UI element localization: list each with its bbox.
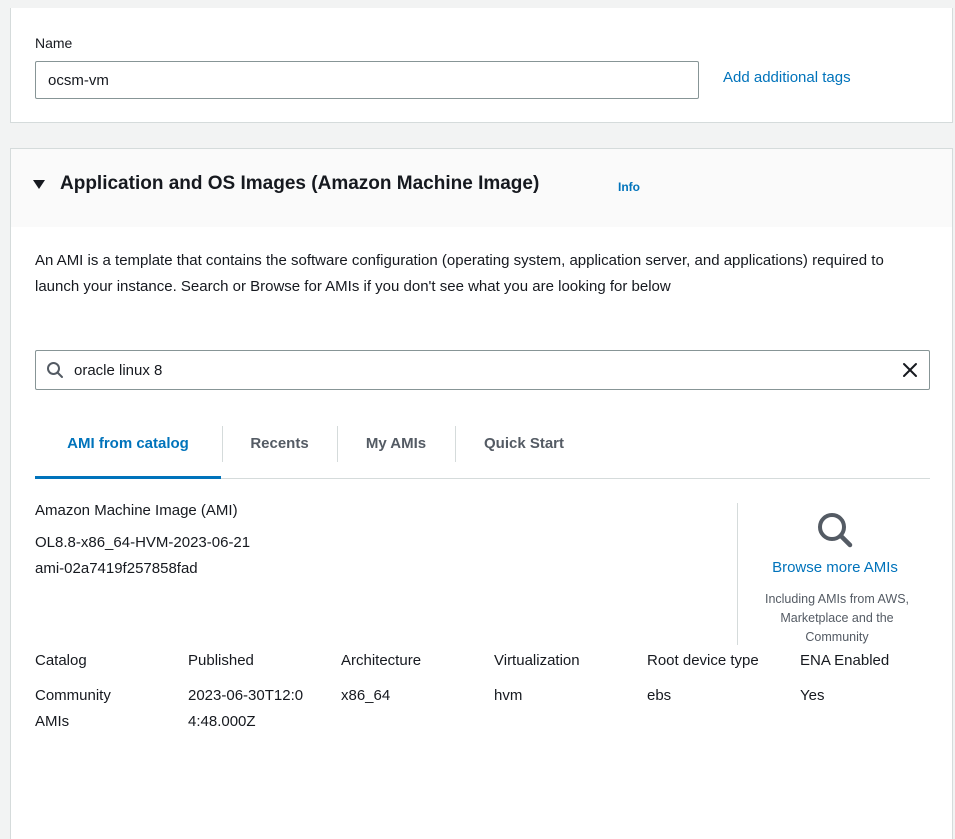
browse-more-amis-subtext: Including AMIs from AWS, Marketplace and… (764, 592, 910, 644)
detail-header-virtualization: Virtualization (494, 652, 580, 669)
detail-header-root-device-type: Root device type (647, 652, 759, 669)
ami-panel: Application and OS Images (Amazon Machin… (10, 148, 953, 839)
detail-value-published: 2023-06-30T12:04:48.000Z (188, 687, 304, 730)
add-additional-tags-link[interactable]: Add additional tags (723, 69, 851, 86)
ami-tabs: AMI from catalog Recents My AMIs Quick S… (35, 424, 930, 479)
tab-my-amis[interactable]: My AMIs (338, 424, 454, 478)
caret-down-icon[interactable] (33, 180, 45, 189)
detail-value-root-device-type: ebs (647, 687, 672, 704)
tab-recents[interactable]: Recents (223, 424, 336, 478)
ami-description: An AMI is a template that contains the s… (35, 252, 884, 295)
info-link[interactable]: Info (618, 180, 640, 194)
ami-search-box[interactable] (35, 350, 930, 390)
detail-value-virtualization: hvm (494, 687, 523, 704)
detail-value-ena-enabled: Yes (800, 687, 825, 704)
close-icon[interactable] (901, 361, 919, 379)
detail-value-architecture: x86_64 (341, 687, 391, 704)
magnifier-icon[interactable] (815, 510, 855, 550)
ami-type-label: Amazon Machine Image (AMI) (35, 502, 238, 519)
ami-section-title: Application and OS Images (Amazon Machin… (60, 173, 540, 194)
detail-header-catalog: Catalog (35, 652, 87, 669)
ami-search-input[interactable] (74, 357, 874, 383)
detail-value-catalog: Community AMIs (35, 687, 111, 730)
ami-section-header[interactable]: Application and OS Images (Amazon Machin… (11, 149, 952, 227)
tab-quick-start[interactable]: Quick Start (456, 424, 592, 478)
tab-ami-from-catalog[interactable]: AMI from catalog (35, 424, 221, 479)
detail-header-ena-enabled: ENA Enabled (800, 652, 890, 669)
browse-more-amis-link[interactable]: Browse more AMIs (738, 559, 932, 576)
detail-header-architecture: Architecture (341, 652, 422, 669)
search-icon (47, 362, 63, 378)
ami-name: OL8.8-x86_64-HVM-2023-06-21 (35, 534, 251, 551)
ami-id: ami-02a7419f257858fad (35, 560, 198, 577)
name-panel: Name Add additional tags (10, 8, 953, 123)
name-label: Name (35, 35, 73, 51)
detail-header-published: Published (188, 652, 254, 669)
name-input[interactable] (35, 61, 699, 99)
browse-more-amis-area: Browse more AMIs Including AMIs from AWS… (737, 503, 932, 645)
